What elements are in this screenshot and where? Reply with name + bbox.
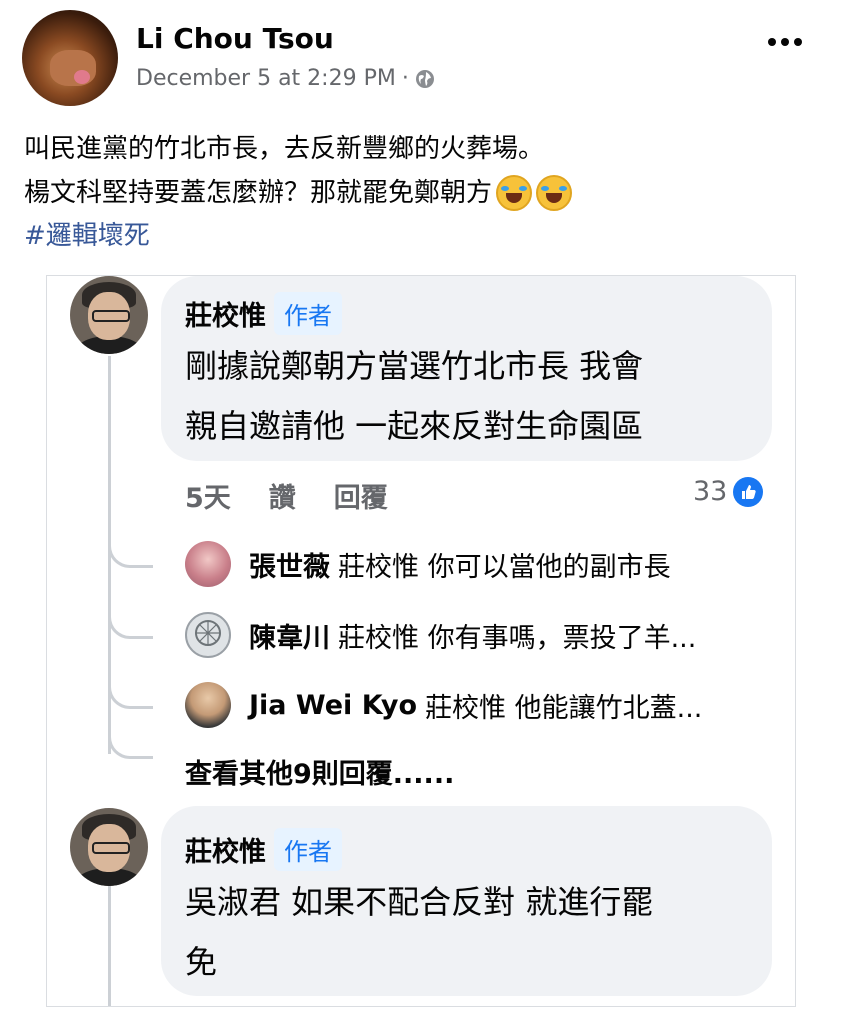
- commenter-avatar[interactable]: [70, 808, 148, 886]
- reply-avatar[interactable]: [185, 682, 231, 728]
- comment-author-name[interactable]: 莊校惟: [185, 830, 266, 869]
- reply-author-name[interactable]: 陳韋川: [249, 616, 330, 655]
- author-badge: 作者: [274, 828, 342, 871]
- thread-line: [108, 886, 111, 1006]
- rolling-on-floor-laughing-emoji: [536, 175, 573, 211]
- post-text-line2: 楊文科堅持要蓋怎麼辦？那就罷免鄭朝方: [24, 172, 573, 214]
- view-more-replies-link[interactable]: 查看其他9則回覆......: [185, 752, 454, 791]
- author-badge: 作者: [274, 292, 342, 335]
- reply-text: 莊校惟 你可以當他的副市長: [338, 551, 671, 583]
- comment-text-line2: 親自邀請他 一起來反對生命園區: [185, 407, 644, 445]
- reply-row[interactable]: 陳韋川 莊校惟 你有事嗎，票投了羊...: [185, 612, 696, 658]
- comment-author-name[interactable]: 莊校惟: [185, 294, 266, 333]
- reply-avatar[interactable]: [185, 612, 231, 658]
- thread-branch: [108, 592, 153, 639]
- more-icon[interactable]: [768, 38, 802, 46]
- post-author-avatar[interactable]: [22, 10, 118, 106]
- reply-avatar[interactable]: [185, 541, 231, 587]
- like-button[interactable]: 讚: [269, 476, 296, 515]
- thread-branch: [108, 716, 153, 759]
- comment-time[interactable]: 5天: [185, 476, 231, 515]
- post-author-name[interactable]: Li Chou Tsou: [136, 22, 334, 55]
- reaction-summary[interactable]: 33: [693, 476, 764, 507]
- post-timestamp[interactable]: December 5 at 2:29 PM: [136, 66, 396, 91]
- comment-bubble: 莊校惟 作者 剛據說鄭朝方當選竹北市長 我會 親自邀請他 一起來反對生命園區: [161, 276, 772, 461]
- post-text-line1: 叫民進黨的竹北市長，去反新豐鄉的火葬場。: [24, 134, 545, 164]
- reaction-count: 33: [693, 476, 728, 507]
- reply-text: 莊校惟 你有事嗎，票投了羊...: [338, 622, 697, 654]
- thread-branch: [108, 521, 153, 568]
- comment-bubble: 莊校惟 作者 吳淑君 如果不配合反對 就進行罷 免: [161, 806, 772, 996]
- comment-text-line1: 剛據說鄭朝方當選竹北市長 我會: [185, 347, 644, 385]
- reply-author-name[interactable]: Jia Wei Kyo: [249, 690, 417, 721]
- globe-icon: [415, 69, 434, 88]
- thread-branch: [108, 662, 153, 709]
- reply-row[interactable]: 張世薇 莊校惟 你可以當他的副市長: [185, 541, 671, 587]
- meta-separator: ·: [401, 66, 409, 91]
- reply-text: 莊校惟 他能讓竹北蓋...: [425, 692, 703, 724]
- embedded-comment-screenshot[interactable]: 莊校惟 作者 剛據說鄭朝方當選竹北市長 我會 親自邀請他 一起來反對生命園區 5…: [46, 275, 796, 1007]
- like-icon: [733, 476, 764, 507]
- comment-actions: 5天 讚 回覆: [185, 476, 388, 515]
- post-meta: December 5 at 2:29 PM ·: [136, 66, 435, 91]
- reply-author-name[interactable]: 張世薇: [249, 545, 330, 584]
- rolling-on-floor-laughing-emoji: [496, 175, 533, 211]
- comment-text-line1: 吳淑君 如果不配合反對 就進行罷: [185, 883, 654, 921]
- reply-button[interactable]: 回覆: [334, 476, 388, 515]
- commenter-avatar[interactable]: [70, 276, 148, 354]
- hashtag-link[interactable]: #邏輯壞死: [24, 216, 150, 256]
- post-text-line2-content: 楊文科堅持要蓋怎麼辦？那就罷免鄭朝方: [24, 178, 493, 208]
- reply-row[interactable]: Jia Wei Kyo 莊校惟 他能讓竹北蓋...: [185, 682, 702, 728]
- comment-text-line2: 免: [185, 943, 218, 981]
